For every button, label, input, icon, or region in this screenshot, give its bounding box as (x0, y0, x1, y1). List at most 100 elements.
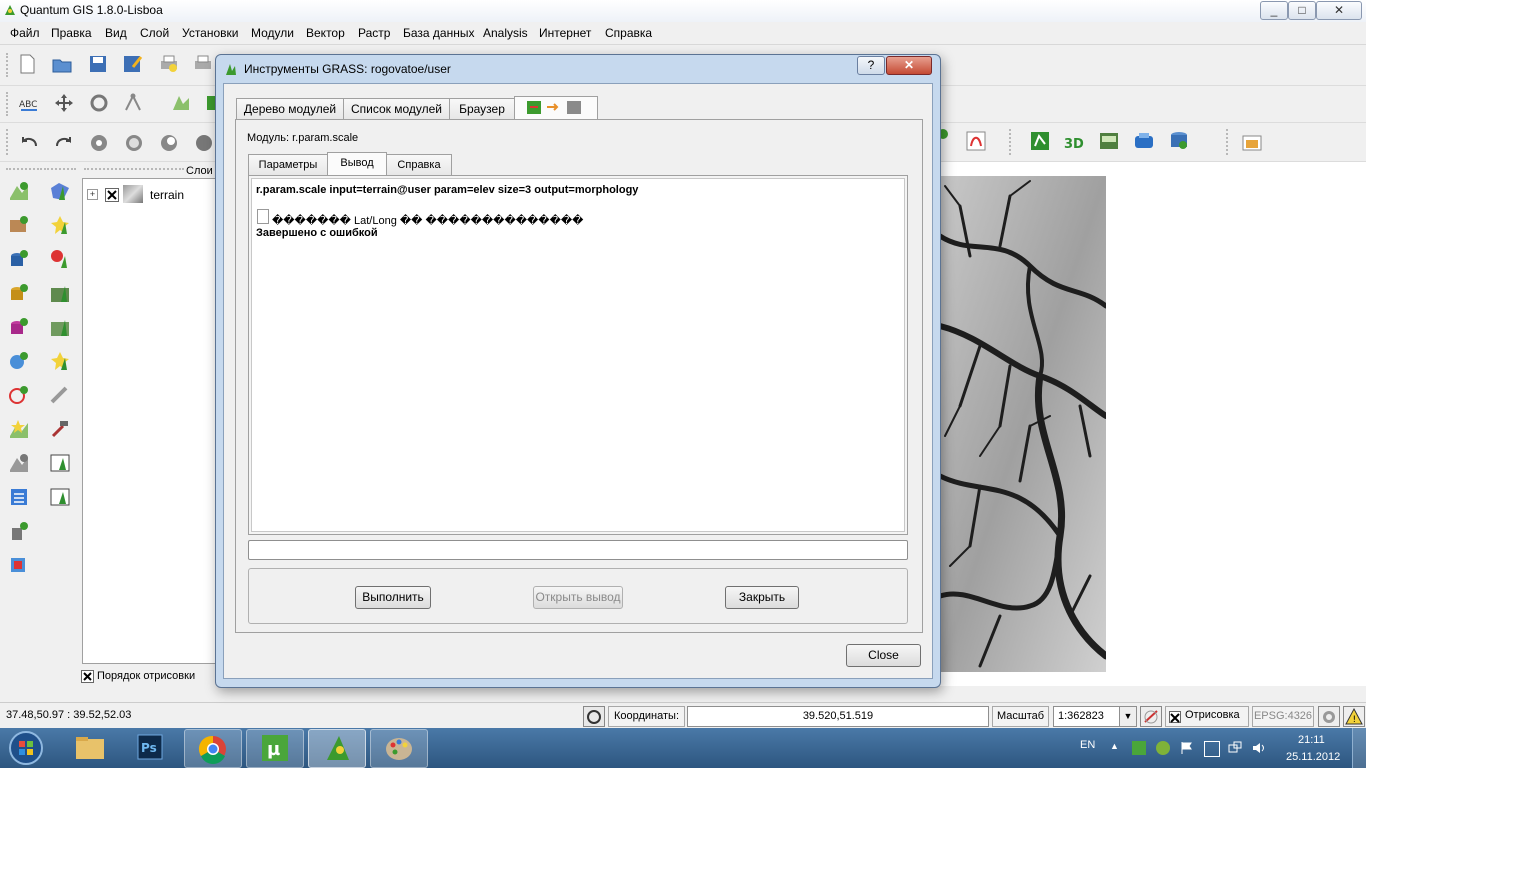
clock-date[interactable]: 25.11.2012 (1286, 751, 1340, 763)
add-part-icon[interactable] (123, 131, 145, 153)
help-button[interactable]: ? (857, 56, 885, 75)
warning-icon[interactable]: ! (1343, 706, 1365, 727)
minimize-button[interactable]: _ (1260, 1, 1288, 20)
tab-module-run[interactable] (514, 96, 598, 120)
menu-plugins[interactable]: Модули (251, 26, 294, 40)
layer-diagram-icon[interactable] (170, 92, 192, 114)
grass-region-edit-icon[interactable] (49, 452, 71, 474)
open-output-button[interactable]: Открыть вывод (533, 586, 623, 609)
tray-utorrent-icon[interactable] (1132, 741, 1146, 755)
new-project-icon[interactable] (16, 53, 38, 75)
grass-new-raster-icon[interactable] (49, 350, 71, 372)
menu-file[interactable]: Файл (10, 26, 40, 40)
tray-volume-icon[interactable] (1252, 741, 1266, 755)
menu-internet[interactable]: Интернет (539, 26, 591, 40)
redo-icon[interactable] (53, 131, 75, 153)
output-text-area[interactable]: r.param.scale input=terrain@user param=e… (251, 178, 905, 532)
menu-layer[interactable]: Слой (140, 26, 169, 40)
render-order-checkbox[interactable] (81, 670, 94, 683)
projection-icon[interactable] (1318, 706, 1340, 727)
photoshop-taskbar-icon[interactable]: Ps (122, 729, 178, 766)
tray-device-icon[interactable] (1204, 741, 1220, 757)
new-shapefile-icon[interactable] (8, 418, 30, 440)
tray-chevron-icon[interactable]: ▲ (1110, 741, 1119, 751)
menu-settings[interactable]: Установки (182, 26, 238, 40)
save-project-icon[interactable] (87, 53, 109, 75)
image-export-icon[interactable] (1241, 132, 1263, 154)
render-checkbox[interactable] (1169, 711, 1181, 723)
grass-tool-hammer-icon[interactable] (49, 418, 71, 440)
explorer-taskbar-icon[interactable] (62, 729, 118, 766)
menu-help[interactable]: Справка (605, 26, 652, 40)
menu-raster[interactable]: Растр (358, 26, 390, 40)
add-delimited-text-icon[interactable] (8, 486, 30, 508)
tab-module-tree[interactable]: Дерево модулей (236, 98, 344, 120)
grass-remove-icon[interactable] (49, 248, 71, 270)
menu-database[interactable]: База данных (403, 26, 474, 40)
open-project-icon[interactable] (51, 53, 73, 75)
utorrent-taskbar-icon[interactable]: µ (246, 729, 304, 768)
subtab-output[interactable]: Вывод (327, 152, 387, 176)
start-button-icon[interactable] (6, 729, 46, 767)
stop-render-icon[interactable] (1140, 706, 1162, 727)
grass-database-icon[interactable] (1168, 130, 1190, 152)
grass-region-display-icon[interactable] (49, 486, 71, 508)
menu-view[interactable]: Вид (105, 26, 127, 40)
toggle-extents-mouse-icon[interactable] (583, 706, 605, 727)
undo-icon[interactable] (18, 131, 40, 153)
render-toggle[interactable]: Отрисовка (1165, 706, 1249, 727)
add-ring-icon[interactable] (88, 131, 110, 153)
scale-dropdown-chevron-icon[interactable]: ▼ (1119, 706, 1137, 727)
close-window-button[interactable]: ✕ (1316, 1, 1362, 20)
add-wms-layer-icon[interactable] (8, 350, 30, 372)
tab-browser[interactable]: Браузер (449, 98, 515, 120)
grass-tools-icon[interactable] (1133, 130, 1155, 152)
subtab-parameters[interactable]: Параметры (248, 154, 328, 176)
add-mssql-layer-icon[interactable] (8, 316, 30, 338)
grass-add-raster-icon[interactable] (49, 282, 71, 304)
print-icon[interactable] (192, 53, 214, 75)
add-postgis-layer-icon[interactable] (8, 248, 30, 270)
add-wfs-layer-icon[interactable] (8, 554, 30, 576)
node-tool-icon[interactable] (122, 92, 144, 114)
fill-ring-icon[interactable] (158, 131, 180, 153)
add-raster-layer-icon[interactable] (8, 214, 30, 236)
add-vector-layer-icon[interactable] (8, 180, 30, 202)
delete-ring-icon[interactable] (193, 131, 215, 153)
layer-visibility-checkbox[interactable] (105, 188, 119, 202)
paint-taskbar-icon[interactable] (370, 729, 428, 768)
rotate-feature-icon[interactable] (88, 92, 110, 114)
dialog-close-x-button[interactable]: ✕ (886, 56, 932, 75)
qgis-taskbar-icon[interactable] (308, 729, 366, 768)
grass-digitize-icon[interactable] (49, 384, 71, 406)
coordinates-field[interactable]: 39.520,51.519 (687, 706, 989, 727)
chrome-taskbar-icon[interactable] (184, 729, 242, 768)
subtab-help[interactable]: Справка (386, 154, 452, 176)
tray-antivirus-icon[interactable] (1156, 741, 1170, 755)
label-abc-icon[interactable]: ABC (18, 92, 40, 114)
georeferencer-icon[interactable] (965, 129, 987, 151)
dialog-close-button[interactable]: Close (846, 644, 921, 667)
layers-list[interactable]: + terrain (82, 178, 218, 664)
add-spatialite-layer-icon[interactable] (8, 282, 30, 304)
add-wcs-layer-icon[interactable] (8, 384, 30, 406)
scale-combo[interactable]: 1:362823 (1053, 706, 1123, 727)
layer-name[interactable]: terrain (150, 188, 184, 202)
show-desktop-button[interactable] (1352, 728, 1366, 768)
expand-layer-toggle[interactable]: + (87, 189, 98, 200)
save-as-icon[interactable] (121, 53, 143, 75)
tray-flag-icon[interactable] (1180, 741, 1194, 755)
maximize-button[interactable]: □ (1288, 1, 1316, 20)
clock-time[interactable]: 21:11 (1298, 734, 1325, 746)
print-composer-icon[interactable] (158, 53, 180, 75)
grass-region-icon[interactable] (1098, 130, 1120, 152)
remove-layer-icon[interactable] (8, 452, 30, 474)
menu-analysis[interactable]: Analysis (483, 26, 528, 40)
menu-vector[interactable]: Вектор (306, 26, 345, 40)
run-button[interactable]: Выполнить (355, 586, 431, 609)
grass-new-vector-icon[interactable] (49, 214, 71, 236)
tray-network-icon[interactable] (1228, 741, 1242, 755)
move-feature-icon[interactable] (53, 92, 75, 114)
grass-3d-view-icon[interactable]: 3D (1063, 130, 1085, 152)
grass-add-vector-icon[interactable] (49, 180, 71, 202)
